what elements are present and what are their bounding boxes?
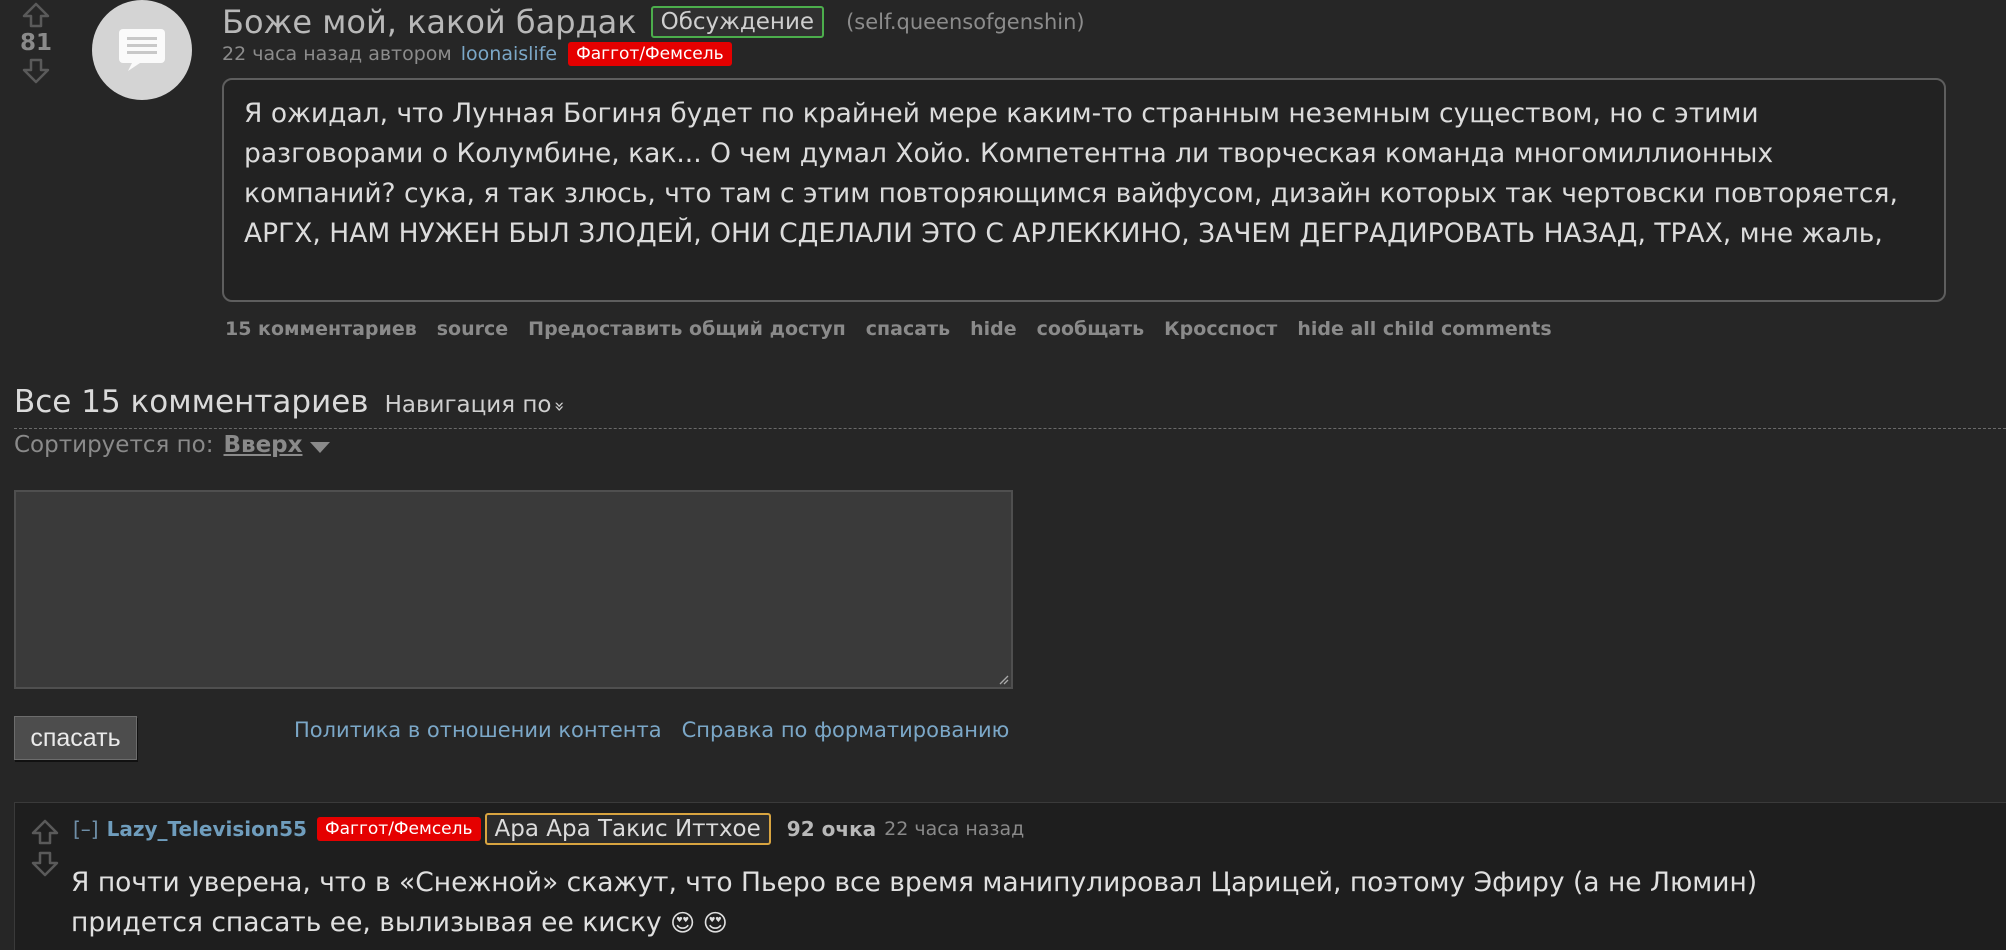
share-link[interactable]: Предоставить общий доступ xyxy=(528,318,846,340)
content-policy-link[interactable]: Политика в отношении контента xyxy=(294,718,662,742)
comment-points: 92 очка xyxy=(786,817,877,841)
divider xyxy=(14,428,2006,429)
reply-textarea[interactable] xyxy=(14,490,1013,689)
save-link[interactable]: спасать xyxy=(866,318,950,340)
comment-tagline: [–] Lazy_Television55 Фаггот/Фемсель Ара… xyxy=(73,813,1024,845)
source-link[interactable]: source xyxy=(437,318,508,340)
link-flair[interactable]: Обсуждение xyxy=(650,6,825,38)
hide-link[interactable]: hide xyxy=(970,318,1017,340)
submitted-time: 22 часа назад автором xyxy=(222,43,452,65)
comment-author-link[interactable]: Lazy_Television55 xyxy=(107,817,307,841)
comments-title: Все 15 комментариев xyxy=(14,384,369,420)
author-flair: Фаггот/Фемсель xyxy=(568,42,732,66)
report-link[interactable]: сообщать xyxy=(1037,318,1145,340)
downvote-arrow-icon[interactable] xyxy=(22,58,50,84)
sort-dropdown[interactable]: Вверх xyxy=(224,432,303,458)
post-vote-column: 81 xyxy=(18,2,54,84)
resize-grip-icon[interactable] xyxy=(997,673,1009,685)
sort-row: Сортируется по: Вверх xyxy=(14,432,331,458)
post-author-link[interactable]: loonaislife xyxy=(461,43,557,65)
text-document-icon xyxy=(119,29,165,71)
post-title-row: Боже мой, какой бардак Обсуждение (self.… xyxy=(222,2,1085,42)
downvote-arrow-icon[interactable] xyxy=(31,851,59,877)
post-tagline: 22 часа назад автором loonaislife Фаггот… xyxy=(222,42,732,66)
comments-header: Все 15 комментариев Навигация по » xyxy=(14,384,570,420)
comment-author-flair: Фаггот/Фемсель xyxy=(316,817,481,841)
save-comment-button[interactable]: спасать xyxy=(14,716,137,760)
comment: [–] Lazy_Television55 Фаггот/Фемсель Ара… xyxy=(14,802,2006,950)
comment-vote-column xyxy=(29,819,61,877)
collapse-toggle[interactable]: [–] xyxy=(73,817,99,841)
comment-user-flair: Ара Ара Такис Иттхое xyxy=(484,813,771,845)
heart-eyes-emoji-icon: 😍 😍 xyxy=(670,909,728,937)
post-selftext: Я ожидал, что Лунная Богиня будет по кра… xyxy=(222,78,1946,302)
comment-time: 22 часа назад xyxy=(884,818,1025,840)
formatting-help-link[interactable]: Справка по форматированию xyxy=(682,718,1010,742)
crosspost-link[interactable]: Кросспост xyxy=(1164,318,1277,340)
page: 81 Боже мой, какой бардак Обсуждение (se… xyxy=(0,0,2006,950)
sort-label: Сортируется по: xyxy=(14,432,214,458)
triangle-down-icon[interactable] xyxy=(310,441,331,453)
chevron-down-icon[interactable]: » xyxy=(549,401,570,412)
upvote-arrow-icon[interactable] xyxy=(22,2,50,28)
comment-body: Я почти уверена, что в «Снежной» скажут,… xyxy=(71,863,1771,943)
post-domain[interactable]: (self.queensofgenshin) xyxy=(846,10,1085,34)
hide-child-comments-link[interactable]: hide all child comments xyxy=(1297,318,1551,340)
comment-text: Я почти уверена, что в «Снежной» скажут,… xyxy=(71,867,1758,938)
navigate-by-dropdown[interactable]: Навигация по xyxy=(385,392,552,418)
post-title[interactable]: Боже мой, какой бардак xyxy=(222,3,637,41)
self-post-thumbnail[interactable] xyxy=(92,0,192,100)
help-links: Политика в отношении контента Справка по… xyxy=(294,718,1009,742)
upvote-arrow-icon[interactable] xyxy=(31,819,59,845)
post-score: 81 xyxy=(19,30,52,56)
post-action-buttons: 15 комментариев source Предоставить общи… xyxy=(225,318,1552,340)
comments-link[interactable]: 15 комментариев xyxy=(225,318,417,340)
